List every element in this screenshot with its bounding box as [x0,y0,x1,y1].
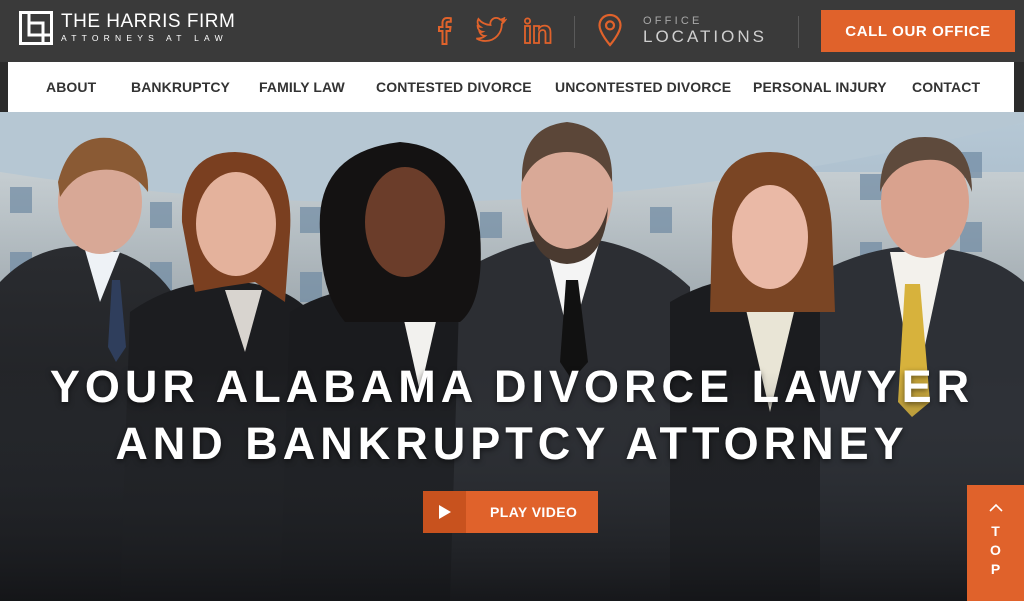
office-label-small: OFFICE [643,14,703,27]
facebook-icon[interactable] [434,14,454,46]
twitter-icon[interactable] [475,17,507,43]
divider [574,16,575,48]
nav-item-contact[interactable]: CONTACT [912,62,980,112]
nav-item-uncontested-divorce[interactable]: UNCONTESTED DIVORCE [555,62,731,112]
brand-tagline: ATTORNEYS AT LAW [61,33,228,43]
hero-headline-line1: YOUR ALABAMA DIVORCE LAWYER [49,361,975,412]
main-nav: ABOUT BANKRUPTCY FAMILY LAW CONTESTED DI… [8,62,1014,112]
office-label-big: LOCATIONS [643,26,767,46]
divider [798,16,799,48]
hero-headline-line2: AND BANKRUPTCY ATTORNEY [115,418,909,469]
top-letter: O [990,542,1001,558]
logo[interactable]: THE HARRIS FIRM ATTORNEYS AT LAW [19,11,235,45]
chevron-up-icon [988,503,1003,512]
play-icon [423,491,466,533]
call-our-office-button[interactable]: CALL OUR OFFICE [821,10,1015,52]
office-locations-link[interactable]: OFFICE LOCATIONS [597,13,767,47]
nav-item-bankruptcy[interactable]: BANKRUPTCY [131,62,230,112]
brand-name: THE HARRIS FIRM [61,11,236,32]
play-video-button[interactable]: PLAY VIDEO [423,491,598,533]
map-pin-icon [598,13,622,47]
top-letter: P [990,561,1001,577]
linkedin-icon[interactable] [523,17,553,45]
nav-item-personal-injury[interactable]: PERSONAL INJURY [753,62,887,112]
play-video-label: PLAY VIDEO [490,504,578,520]
logo-mark-icon [19,11,53,45]
nav-item-about[interactable]: ABOUT [46,62,96,112]
nav-item-family-law[interactable]: FAMILY LAW [259,62,345,112]
top-letter: T [991,523,1000,539]
back-to-top-button[interactable]: T O P [967,485,1024,601]
nav-item-contested-divorce[interactable]: CONTESTED DIVORCE [376,62,532,112]
top-bar: THE HARRIS FIRM ATTORNEYS AT LAW OFFICE … [0,0,1024,62]
